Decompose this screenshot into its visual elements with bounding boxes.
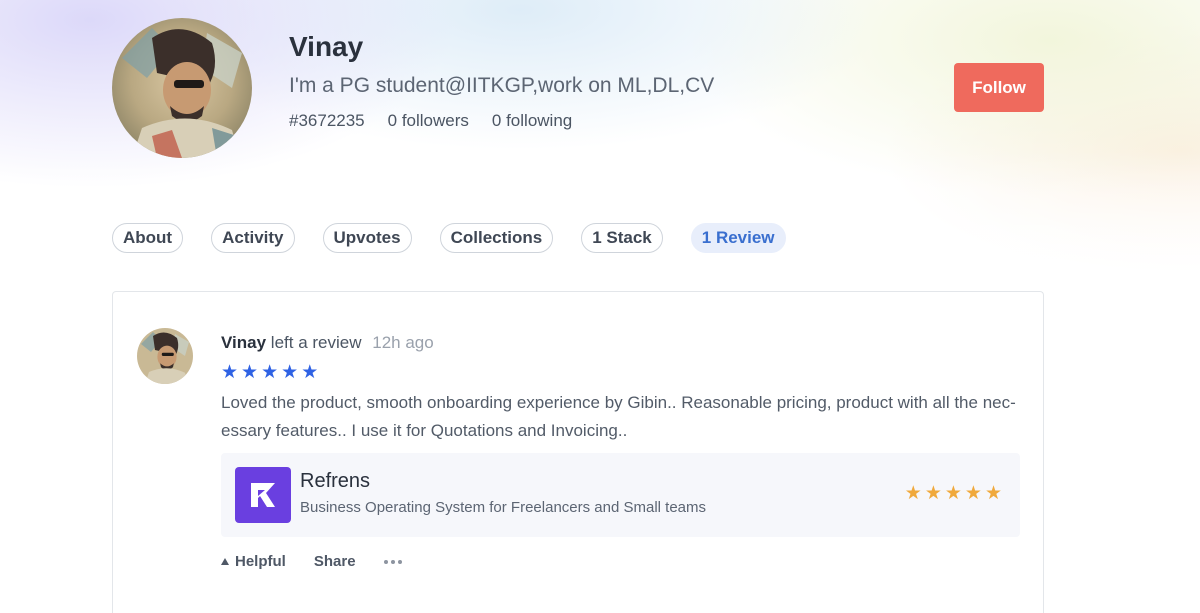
review-header: Vinay left a review 12h ago bbox=[221, 333, 434, 353]
share-button[interactable]: Share bbox=[314, 553, 356, 570]
review-text: Loved the product, smooth onboarding exp… bbox=[221, 393, 1016, 440]
product-rating: ★ ★ ★ ★ ★ bbox=[902, 483, 1002, 505]
refrens-logo bbox=[235, 467, 291, 523]
tab-collections[interactable]: Collections bbox=[439, 223, 554, 253]
profile-stats: #3672235 0 followers 0 following bbox=[289, 111, 595, 131]
review-card: Vinay left a review 12h ago ★ ★ ★ ★ ★ Loved … bbox=[112, 291, 1044, 613]
product-name: Refrens bbox=[300, 470, 371, 492]
more-dots-icon[interactable] bbox=[383, 559, 402, 564]
helpful-label: Helpful bbox=[235, 553, 286, 570]
star-icon: ★ bbox=[924, 483, 942, 504]
helpful-button[interactable]: Helpful bbox=[221, 553, 286, 570]
review-rating: ★ ★ ★ ★ ★ bbox=[221, 362, 321, 384]
profile-name: Vinay bbox=[289, 31, 364, 62]
tab-reviews[interactable]: 1 Review bbox=[690, 223, 786, 253]
star-icon: ★ bbox=[281, 362, 299, 383]
followers-link[interactable]: 0 followers bbox=[388, 111, 469, 131]
follow-button[interactable]: Follow bbox=[954, 63, 1044, 112]
profile-avatar bbox=[112, 18, 252, 158]
profile-tabs: About Activity Upvotes Collections 1 Sta… bbox=[112, 223, 814, 253]
reviewer-avatar[interactable] bbox=[137, 328, 193, 384]
review-action-text: left a review bbox=[270, 333, 362, 352]
reviewed-product[interactable]: Refrens Business Operating System for Fr… bbox=[221, 453, 1020, 537]
review-actions: Helpful Share bbox=[221, 553, 402, 570]
star-icon: ★ bbox=[904, 483, 922, 504]
upvote-arrow-icon bbox=[221, 558, 229, 565]
tab-upvotes[interactable]: Upvotes bbox=[322, 223, 412, 253]
star-icon: ★ bbox=[241, 362, 259, 383]
profile-bio: I'm a PG student@IITKGP,work on ML,DL,CV bbox=[289, 74, 715, 97]
reviewer-name[interactable]: Vinay bbox=[221, 333, 266, 352]
tab-activity[interactable]: Activity bbox=[211, 223, 295, 253]
review-timestamp: 12h ago bbox=[372, 333, 434, 352]
product-tagline: Business Operating System for Freelancer… bbox=[300, 499, 707, 516]
following-link[interactable]: 0 following bbox=[492, 111, 572, 131]
star-icon: ★ bbox=[261, 362, 279, 383]
tab-stack[interactable]: 1 Stack bbox=[581, 223, 663, 253]
star-icon: ★ bbox=[221, 362, 239, 383]
share-label: Share bbox=[313, 553, 356, 570]
profile-id: #3672235 bbox=[289, 111, 365, 130]
star-icon: ★ bbox=[964, 483, 982, 504]
star-icon: ★ bbox=[301, 362, 319, 383]
star-icon: ★ bbox=[944, 483, 962, 504]
tab-about[interactable]: About bbox=[112, 223, 184, 253]
star-icon: ★ bbox=[984, 483, 1002, 504]
